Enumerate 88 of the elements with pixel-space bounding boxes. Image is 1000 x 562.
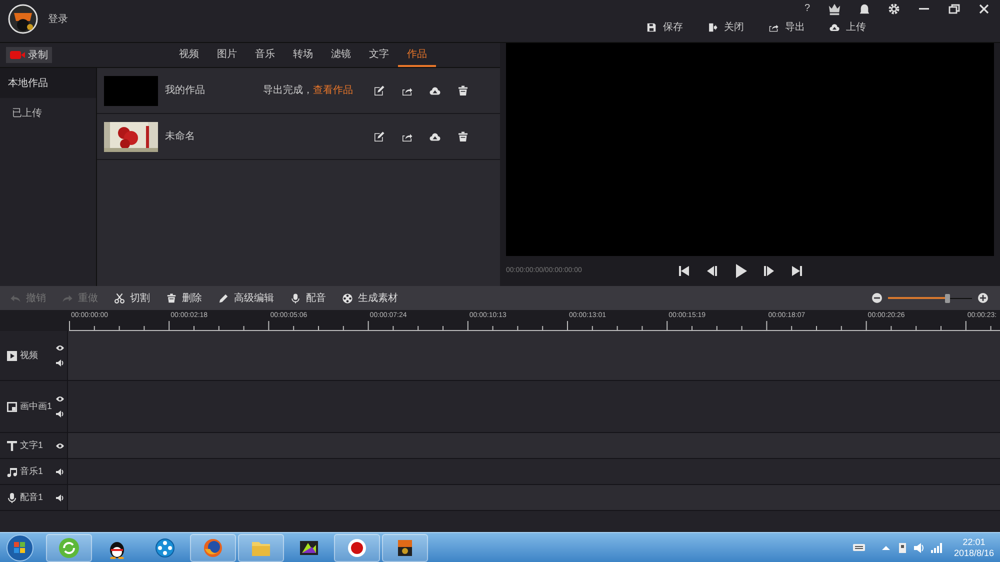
delete-button[interactable] [457, 130, 469, 142]
category-tab[interactable]: 图片 [208, 43, 246, 67]
category-tab[interactable]: 转场 [284, 43, 322, 67]
track-label: 画中画1 [20, 400, 52, 413]
cut-button[interactable]: 切割 [114, 290, 150, 306]
view-work-link[interactable]: 查看作品 [313, 83, 353, 98]
restore-icon[interactable] [948, 3, 960, 15]
category-tab[interactable]: 视频 [170, 43, 208, 67]
speaker-icon[interactable] [56, 494, 64, 502]
close-icon[interactable] [978, 3, 990, 15]
signal-bars-icon[interactable] [930, 542, 942, 554]
advanced-edit-button[interactable]: 高级编辑 [218, 290, 274, 306]
work-title: 未命名 [165, 130, 196, 144]
edit-icon [373, 130, 385, 142]
record-button[interactable]: 录制 [6, 47, 52, 63]
video-thumbnail [104, 76, 158, 106]
category-tab[interactable]: 音乐 [246, 43, 284, 67]
login-link[interactable]: 登录 [48, 12, 68, 26]
speaker-icon[interactable] [56, 359, 64, 367]
microphone-icon [290, 292, 301, 304]
redo-arrow-icon [62, 292, 73, 304]
exit-door-icon [707, 22, 718, 32]
track-label: 文字1 [20, 438, 44, 452]
generate-clip-button[interactable]: 生成素材 [342, 290, 398, 306]
eye-icon[interactable] [56, 442, 64, 450]
cloud-icon [429, 130, 441, 142]
delete-button[interactable] [457, 84, 469, 96]
category-tab[interactable]: 滤镜 [322, 43, 360, 67]
delete-button[interactable]: 删除 [166, 290, 202, 306]
film-reel-icon [342, 292, 353, 304]
header-upload-button[interactable]: 上传 [829, 19, 866, 35]
edit-button[interactable] [373, 84, 385, 96]
trash-icon [166, 292, 177, 304]
zoom-in-icon[interactable] [978, 293, 988, 303]
speaker-icon[interactable] [56, 468, 64, 476]
header-close-button[interactable]: 关闭 [707, 19, 744, 35]
header-export-button[interactable]: 导出 [768, 19, 805, 35]
picture-in-picture-icon [7, 402, 17, 412]
upload-button[interactable] [429, 84, 441, 96]
undo-arrow-icon [10, 292, 21, 304]
pencil-icon [218, 292, 229, 304]
track-label: 视频 [20, 348, 38, 362]
trash-icon [457, 84, 469, 96]
track-label: 音乐1 [20, 464, 44, 478]
eye-icon[interactable] [56, 344, 64, 352]
text-t-icon [7, 440, 17, 450]
previous-frame-icon[interactable] [706, 265, 718, 278]
edit-icon [373, 84, 385, 96]
trash-icon [457, 130, 469, 142]
sidebar-item[interactable]: 已上传 [0, 98, 96, 128]
edit-button[interactable] [373, 130, 385, 142]
zoom-slider[interactable] [888, 293, 972, 303]
skip-to-end-icon[interactable] [791, 265, 803, 278]
cloud-icon [429, 84, 441, 96]
keyboard-icon[interactable] [852, 542, 865, 553]
next-frame-icon[interactable] [763, 265, 775, 278]
taskbar-app-button[interactable] [382, 534, 428, 562]
camera-icon [10, 50, 25, 60]
zoom-out-icon[interactable] [872, 293, 882, 303]
scissors-icon [114, 292, 125, 304]
play-icon[interactable] [734, 264, 747, 278]
music-note-icon [7, 466, 17, 476]
sidebar-item[interactable]: 本地作品 [0, 68, 96, 98]
record-icon [346, 536, 368, 558]
speaker-icon[interactable] [56, 410, 64, 418]
upload-button[interactable] [429, 130, 441, 142]
track-label: 配音1 [20, 490, 44, 504]
eye-icon[interactable] [56, 395, 64, 403]
category-tab[interactable]: 文字 [360, 43, 398, 67]
header-save-button[interactable]: 保存 [646, 19, 683, 35]
microphone-icon [7, 492, 17, 502]
work-title: 我的作品 [165, 84, 206, 98]
save-icon [646, 22, 657, 32]
crown-icon[interactable] [828, 2, 841, 16]
dubbing-button[interactable]: 配音 [290, 290, 326, 306]
device-icon[interactable] [896, 542, 908, 554]
browser-globe-icon [202, 536, 224, 558]
start-orb-icon[interactable] [6, 534, 34, 562]
help-button[interactable]: ? [804, 4, 810, 14]
settings-icon[interactable] [888, 3, 900, 15]
refresh-icon [58, 536, 80, 558]
play-square-icon [7, 350, 17, 360]
cloud-icon [829, 22, 840, 32]
export-status-text: 导出完成， [263, 84, 313, 98]
bell-icon[interactable] [859, 3, 870, 15]
skip-to-start-icon[interactable] [678, 265, 690, 278]
film-reel-icon [154, 536, 176, 558]
app-logo-icon[interactable] [8, 4, 38, 34]
